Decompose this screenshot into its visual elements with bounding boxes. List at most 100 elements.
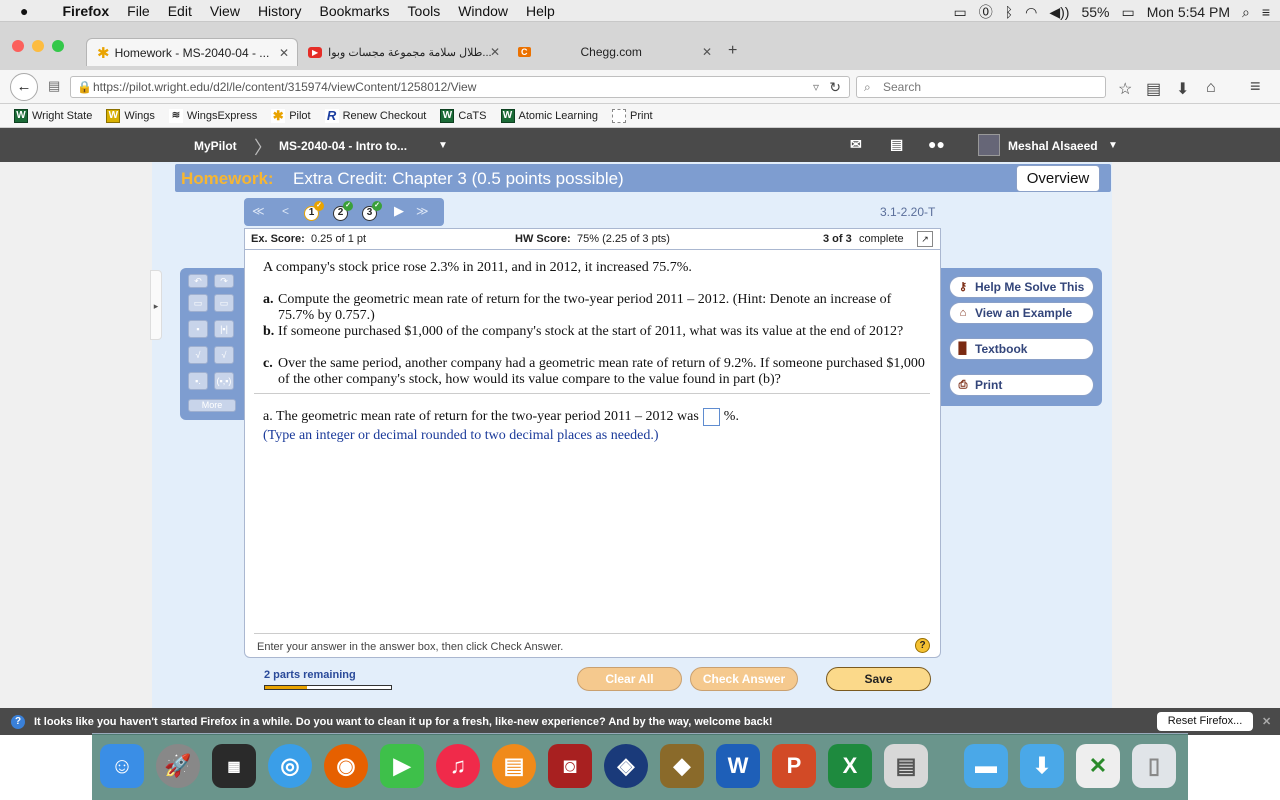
more-tools-button[interactable]: More — [188, 399, 236, 412]
user-name[interactable]: Meshal Alsaeed — [1008, 139, 1098, 153]
reload-icon[interactable]: ↻ — [829, 79, 841, 96]
trash-icon[interactable]: ▯ — [1132, 744, 1176, 788]
word-icon[interactable]: W — [716, 744, 760, 788]
close-tab-icon[interactable]: ✕ — [490, 45, 500, 59]
last-question-icon[interactable]: ≫ — [416, 204, 429, 218]
safari-icon[interactable]: ◎ — [268, 744, 312, 788]
bookmark-wright-state[interactable]: W Wright State — [14, 108, 92, 123]
course-selector[interactable]: MS-2040-04 - Intro to... — [279, 139, 407, 153]
absolute-value-icon[interactable]: |▪| — [214, 320, 234, 338]
side-collapse-tab[interactable]: ▸ — [150, 270, 162, 340]
subscription-icon[interactable]: ●● — [928, 136, 945, 152]
battery-icon[interactable]: ▭ — [1121, 4, 1134, 21]
downloads-folder-icon[interactable]: ⬇ — [1020, 744, 1064, 788]
hamburger-menu-icon[interactable]: ≡ — [1250, 76, 1261, 97]
photo-booth-icon[interactable]: ◙ — [548, 744, 592, 788]
menu-file[interactable]: File — [127, 3, 150, 19]
powerpoint-icon[interactable]: P — [772, 744, 816, 788]
sqrt-icon[interactable]: √ — [188, 346, 208, 364]
bookmark-cats[interactable]: W CaTS — [440, 108, 487, 123]
tab-youtube[interactable]: ▶ طلال سلامة مجموعة مجسات وبوا... ✕ — [298, 38, 508, 66]
answer-input[interactable] — [702, 408, 720, 426]
bookmark-wingsexpress[interactable]: ≋ WingsExpress — [168, 108, 257, 123]
notification-center-icon[interactable]: ≡ — [1262, 4, 1270, 20]
battery-percent[interactable]: 55% — [1081, 4, 1109, 20]
minimize-window-button[interactable] — [32, 40, 44, 52]
mypilot-link[interactable]: MyPilot — [194, 139, 237, 153]
star-icon[interactable]: ☆ — [1118, 79, 1132, 99]
view-an-example-button[interactable]: ⌂ View an Example — [949, 302, 1094, 324]
menu-history[interactable]: History — [258, 3, 302, 19]
tab-homework[interactable]: ✱ Homework - MS-2040-04 - ... ✕ — [86, 38, 298, 66]
decimal-icon[interactable]: ▪. — [188, 372, 208, 390]
fraction-icon[interactable]: ▭ — [188, 294, 208, 312]
clock[interactable]: Mon 5:54 PM — [1147, 4, 1230, 20]
bluetooth-icon[interactable]: ᛒ — [1005, 4, 1013, 20]
next-question-icon[interactable]: ▶ — [394, 203, 404, 219]
menu-view[interactable]: View — [210, 3, 240, 19]
apple-icon[interactable]: ● — [20, 3, 28, 19]
update-icon[interactable]: ▤ — [890, 136, 903, 153]
interval-icon[interactable]: (▪,▪) — [214, 372, 234, 390]
app-menu[interactable]: Firefox — [62, 3, 109, 19]
bookmark-atomic-learning[interactable]: W Atomic Learning — [500, 108, 598, 123]
dropdown-icon[interactable]: ▿ — [813, 80, 819, 94]
tab-chegg[interactable]: C Chegg.com ✕ — [508, 38, 720, 66]
dashboard-icon[interactable]: ▦ — [212, 744, 256, 788]
undo-icon[interactable]: ↶ — [188, 274, 208, 288]
menu-tools[interactable]: Tools — [408, 3, 441, 19]
close-tab-icon[interactable]: ✕ — [702, 45, 712, 59]
airplay-icon[interactable]: ▭ — [954, 4, 967, 21]
volume-icon[interactable]: ◀)) — [1049, 4, 1069, 21]
new-tab-button[interactable]: + — [728, 42, 737, 60]
excel-icon[interactable]: X — [828, 744, 872, 788]
finder-icon[interactable]: ☺ — [100, 744, 144, 788]
check-answer-button[interactable]: Check Answer — [690, 667, 798, 691]
close-tab-icon[interactable]: ✕ — [279, 46, 289, 60]
screenshot-icon[interactable]: ✕ — [1076, 744, 1120, 788]
steam-icon[interactable]: ◈ — [604, 744, 648, 788]
menu-help[interactable]: Help — [526, 3, 555, 19]
snow-leopard-icon[interactable]: ◆ — [660, 744, 704, 788]
page-info-icon[interactable]: ▤ — [48, 78, 60, 94]
download-icon[interactable]: ⬇ — [1176, 79, 1189, 99]
help-question-icon[interactable]: ? — [915, 638, 930, 653]
back-button[interactable]: ← — [10, 73, 38, 101]
textbook-button[interactable]: ▉ Textbook — [949, 338, 1094, 360]
menu-edit[interactable]: Edit — [168, 3, 192, 19]
message-icon[interactable]: ✉ — [850, 136, 862, 153]
facetime-icon[interactable]: ▶ — [380, 744, 424, 788]
reading-list-icon[interactable]: ▤ — [1146, 79, 1161, 99]
close-window-button[interactable] — [12, 40, 24, 52]
save-button[interactable]: Save — [826, 667, 931, 691]
applications-folder-icon[interactable]: ▬ — [964, 744, 1008, 788]
launchpad-icon[interactable]: 🚀 — [156, 744, 200, 788]
bookmark-pilot[interactable]: ✱ Pilot — [271, 108, 311, 123]
clear-all-button[interactable]: Clear All — [577, 667, 682, 691]
ibooks-icon[interactable]: ▤ — [492, 744, 536, 788]
accessibility-icon[interactable]: ⓪ — [979, 2, 993, 22]
exponent-icon[interactable]: ▪ — [188, 320, 208, 338]
overview-button[interactable]: Overview — [1016, 165, 1100, 192]
itunes-icon[interactable]: ♫ — [436, 744, 480, 788]
close-notification-icon[interactable]: ✕ — [1262, 715, 1271, 728]
url-bar[interactable]: 🔒 https://pilot.wright.edu/d2l/le/conten… — [70, 76, 850, 98]
previous-question-icon[interactable]: < — [282, 204, 289, 218]
nth-root-icon[interactable]: √ — [214, 346, 234, 364]
reset-firefox-button[interactable]: Reset Firefox... — [1157, 712, 1253, 731]
avatar[interactable] — [978, 134, 1000, 156]
bookmark-wings[interactable]: W Wings — [106, 108, 155, 123]
home-icon[interactable]: ⌂ — [1206, 79, 1216, 97]
preview-icon[interactable]: ▤ — [884, 744, 928, 788]
question-1[interactable]: 1 ✓ — [304, 201, 324, 221]
popout-icon[interactable]: ↗ — [917, 231, 933, 247]
mixed-fraction-icon[interactable]: ▭ — [214, 294, 234, 312]
wifi-icon[interactable]: ◠ — [1025, 4, 1037, 21]
zoom-window-button[interactable] — [52, 40, 64, 52]
spotlight-icon[interactable]: ⌕ — [1242, 4, 1250, 21]
question-3[interactable]: 3 ✓ — [362, 201, 382, 221]
question-2[interactable]: 2 ✓ — [333, 201, 353, 221]
user-dropdown-icon[interactable]: ▼ — [1108, 140, 1118, 151]
redo-icon[interactable]: ↷ — [214, 274, 234, 288]
menu-window[interactable]: Window — [458, 3, 508, 19]
